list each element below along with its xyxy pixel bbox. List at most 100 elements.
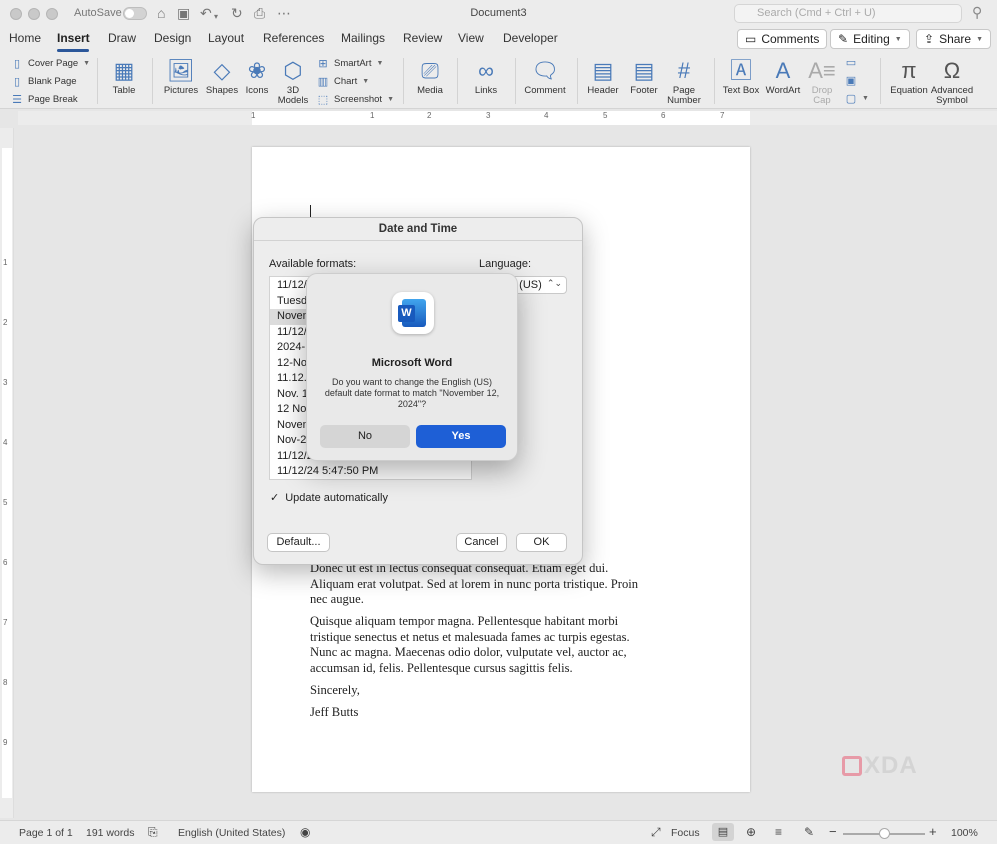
update-automatically-checkbox[interactable]: ✓ Update automatically	[270, 491, 388, 505]
document-paragraph[interactable]: Donec ut est in lectus consequat consequ…	[310, 561, 700, 608]
comments-button[interactable]: ▭ Comments	[737, 29, 828, 49]
outline-icon[interactable]: ≡	[775, 825, 782, 839]
footer-icon: ▤	[633, 58, 655, 83]
page-break-button[interactable]: ☰ Page Break	[11, 93, 78, 106]
omega-icon: Ω	[943, 58, 961, 83]
tab-insert[interactable]: Insert	[57, 31, 90, 45]
tab-view[interactable]: View	[458, 31, 484, 45]
page-break-icon: ☰	[12, 94, 22, 106]
links-button[interactable]: ∞ Links	[466, 56, 506, 96]
zoom-level[interactable]: 100%	[951, 827, 978, 839]
proofing-icon[interactable]: ⎘	[148, 825, 158, 840]
footer-button[interactable]: ▤ Footer	[626, 56, 662, 96]
ok-button[interactable]: OK	[516, 533, 567, 552]
equation-label: Equation	[890, 85, 928, 96]
tab-review[interactable]: Review	[403, 31, 442, 45]
chevron-down-icon: ▼	[862, 95, 869, 102]
page-count[interactable]: Page 1 of 1	[19, 827, 73, 839]
screenshot-button[interactable]: ⬚ Screenshot ▼	[317, 93, 394, 106]
share-button[interactable]: ⇪ Share ▼	[916, 29, 992, 49]
yes-button[interactable]: Yes	[416, 425, 506, 448]
chart-button[interactable]: ▥ Chart ▼	[317, 75, 369, 88]
word-app-icon: W	[392, 292, 434, 334]
account-icon[interactable]: ⚲	[972, 4, 982, 21]
ruler-text-area	[252, 111, 750, 125]
focus-icon[interactable]: ⤢	[651, 825, 661, 840]
text-box-icon: 🄰	[729, 58, 752, 83]
drop-cap-icon: A≡	[808, 58, 836, 83]
word-count[interactable]: 191 words	[86, 827, 134, 839]
header-button[interactable]: ▤ Header	[584, 56, 622, 96]
print-layout-icon[interactable]: ▤	[712, 823, 734, 841]
smartart-label: SmartArt	[334, 58, 372, 69]
tab-design[interactable]: Design	[154, 31, 191, 45]
insert-ribbon: ▯ Cover Page ▼ ▯ Blank Page ☰ Page Break ▦ Ta…	[0, 52, 997, 109]
advanced-symbol-button[interactable]: Ω Advanced Symbol	[930, 56, 974, 106]
no-button[interactable]: No	[320, 425, 410, 448]
object-button[interactable]: ▢ ▼	[845, 92, 869, 105]
3d-models-button[interactable]: ⬡ 3D Models	[275, 56, 311, 106]
pi-icon: π	[901, 58, 917, 83]
equation-button[interactable]: π Equation	[888, 56, 930, 96]
cube-icon: ⬡	[283, 58, 303, 83]
change-default-format-alert: W Microsoft Word Do you want to change t…	[306, 273, 518, 461]
comment-button[interactable]: 🗨 Comment	[522, 56, 568, 96]
icons-button[interactable]: ❀ Icons	[242, 56, 272, 96]
vertical-ruler[interactable]: 1 2 3 4 5 6 7 8 9	[0, 128, 14, 818]
cancel-button[interactable]: Cancel	[456, 533, 507, 552]
header-label: Header	[587, 85, 619, 96]
language-status[interactable]: English (United States)	[178, 827, 285, 839]
accessibility-icon[interactable]: ◉	[300, 825, 310, 839]
date-time-button[interactable]: ▣	[845, 74, 857, 87]
divider	[714, 58, 715, 104]
tab-developer[interactable]: Developer	[503, 31, 558, 45]
ruler-number: 5	[3, 498, 8, 507]
blank-page-icon: ▯	[13, 76, 21, 88]
signature-line-button[interactable]: ▭	[845, 56, 857, 69]
comments-label: Comments	[761, 32, 820, 46]
divider	[515, 58, 516, 104]
drop-cap-button[interactable]: A≡ Drop Cap	[805, 56, 839, 106]
ruler-number: 8	[3, 678, 8, 687]
cap-label: Cap	[813, 95, 831, 106]
page-number-button[interactable]: # Page Number	[664, 56, 704, 106]
table-button[interactable]: ▦ Table	[106, 56, 142, 96]
table-label: Table	[112, 85, 136, 96]
pictures-button[interactable]: 🖼 Pictures	[160, 56, 202, 96]
icons-icon: ❀	[247, 58, 267, 83]
wordart-button[interactable]: A WordArt	[763, 56, 803, 96]
ruler-number: 1	[251, 111, 256, 120]
editing-button[interactable]: ✎ Editing ▼	[830, 29, 910, 49]
text-box-button[interactable]: 🄰 Text Box	[721, 56, 761, 96]
tab-layout[interactable]: Layout	[208, 31, 244, 45]
horizontal-ruler[interactable]: 1 1 2 3 4 5 6 7	[18, 111, 997, 125]
share-label: Share	[939, 32, 972, 46]
footer-label: Footer	[630, 85, 658, 96]
ruler-number: 4	[544, 111, 549, 120]
draft-icon[interactable]: ✎	[804, 825, 814, 839]
tab-mailings[interactable]: Mailings	[341, 31, 385, 45]
zoom-slider-thumb[interactable]	[879, 828, 890, 839]
media-button[interactable]: ⎚ Media	[412, 56, 448, 96]
default-button[interactable]: Default...	[267, 533, 330, 552]
focus-label[interactable]: Focus	[671, 827, 700, 839]
tab-home[interactable]: Home	[9, 31, 41, 45]
shapes-button[interactable]: ◇ Shapes	[204, 56, 240, 96]
tab-references[interactable]: References	[263, 31, 324, 45]
tab-draw[interactable]: Draw	[108, 31, 136, 45]
document-paragraph[interactable]: Sincerely,	[310, 683, 700, 699]
cover-page-button[interactable]: ▯ Cover Page ▼	[11, 57, 90, 70]
shapes-icon: ◇	[213, 58, 231, 83]
zoom-in-icon[interactable]: +	[929, 824, 937, 839]
chart-label: Chart	[334, 76, 358, 87]
search-input[interactable]: Search (Cmd + Ctrl + U)	[734, 4, 962, 23]
document-paragraph[interactable]: Quisque aliquam tempor magna. Pellentesq…	[310, 614, 700, 676]
smartart-button[interactable]: ⊞ SmartArt ▼	[317, 57, 383, 70]
blank-page-button[interactable]: ▯ Blank Page	[11, 75, 77, 88]
update-automatically-label: Update automatically	[285, 491, 388, 504]
document-paragraph[interactable]: Jeff Butts	[310, 705, 700, 721]
format-option[interactable]: 11/12/24 5:47:50 PM	[270, 464, 471, 479]
web-layout-icon[interactable]: ⊕	[746, 825, 756, 839]
alert-message: Do you want to change the English (US) d…	[324, 377, 500, 409]
zoom-out-icon[interactable]: −	[829, 824, 837, 839]
